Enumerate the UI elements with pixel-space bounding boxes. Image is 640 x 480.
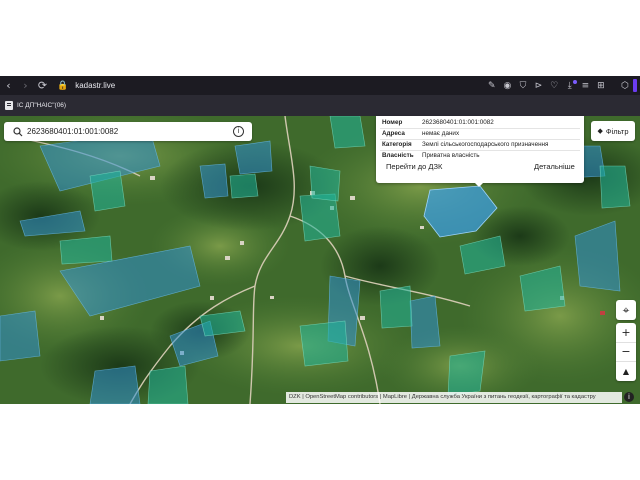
crosshair-icon: ⌖ [622, 302, 630, 317]
bookmark-item[interactable]: ІС ДП"НАІС"(06) [5, 101, 66, 110]
toolbar-icons: ✎ ◉ ⛉ ⊳ ♡ ⤓ ≡ ⊞ [484, 76, 609, 95]
popup-key: Категорія [382, 141, 412, 148]
info-icon[interactable]: i [233, 126, 244, 137]
zoom-in-button[interactable]: + [616, 323, 636, 342]
play-icon[interactable]: ⊳ [531, 81, 547, 91]
popup-value: 2623680401:01:001:0082 [422, 119, 494, 126]
document-icon [5, 101, 13, 110]
attribution-info-icon[interactable]: i [624, 392, 634, 402]
search-input[interactable] [27, 127, 227, 136]
browser-toolbar: ‹ › ⟳ 🔒 kadastr.live ✎ ◉ ⛉ ⊳ ♡ ⤓ ≡ ⊞ ⬡ [0, 76, 640, 95]
filter-button[interactable]: ◆ Фільтр [591, 121, 635, 141]
search-icon [13, 126, 23, 136]
heart-icon[interactable]: ♡ [546, 81, 562, 91]
compass-button[interactable]: ▲ [616, 362, 636, 381]
layers-icon: ◆ [597, 127, 603, 135]
popup-key: Номер [382, 119, 403, 126]
popup-key: Адреса [382, 130, 405, 137]
notification-dot [572, 79, 577, 84]
locate-button[interactable]: ⌖ [616, 300, 636, 320]
sidebar-accent[interactable] [633, 79, 637, 92]
address-bar[interactable]: 🔒 kadastr.live [57, 76, 115, 95]
cube-icon[interactable]: ⬡ [619, 76, 631, 95]
lock-icon: 🔒 [57, 80, 69, 91]
bookmarks-bar: ІС ДП"НАІС"(06) [0, 95, 640, 116]
popup-row-address: Адреса немає даних [382, 128, 459, 139]
cadastral-search[interactable]: i [4, 122, 252, 141]
popup-row-category: Категорія Землі сільськогосподарського п… [382, 139, 548, 150]
back-button[interactable]: ‹ [0, 76, 17, 95]
bookmark-label: ІС ДП"НАІС"(06) [17, 102, 67, 109]
forward-button[interactable]: › [17, 76, 34, 95]
popup-pointer [474, 182, 484, 187]
reload-button[interactable]: ⟳ [34, 76, 51, 95]
popup-value: Приватна власність [422, 152, 480, 159]
url-text[interactable]: kadastr.live [75, 81, 115, 90]
zoom-out-button[interactable]: − [616, 342, 636, 361]
menu-icon[interactable]: ≡ [578, 81, 594, 91]
download-icon[interactable]: ⤓ [562, 79, 578, 91]
popup-row-ownership: Власність Приватна власність [382, 150, 480, 161]
shield-icon[interactable]: ⛉ [515, 81, 531, 91]
zoom-controls: + − ▲ [616, 323, 636, 381]
details-link[interactable]: Детальніше [534, 162, 575, 171]
popup-row-number: Номер 2623680401:01:001:0082 [382, 117, 494, 128]
popup-value: немає даних [422, 130, 460, 137]
popup-value: Землі сільськогосподарського призначення [422, 141, 549, 148]
map-attribution: DZK | OpenStreetMap contributors | MapLi… [286, 392, 622, 403]
edit-icon[interactable]: ✎ [484, 81, 500, 91]
popup-key: Власність [382, 152, 414, 159]
extensions-icon[interactable]: ⊞ [593, 81, 609, 91]
goto-dzk-link[interactable]: Перейти до ДЗК [386, 162, 442, 171]
camera-icon[interactable]: ◉ [500, 81, 516, 91]
parcel-popup: Номер 2623680401:01:001:0082 Адреса нема… [376, 116, 584, 183]
filter-label: Фільтр [605, 126, 629, 136]
